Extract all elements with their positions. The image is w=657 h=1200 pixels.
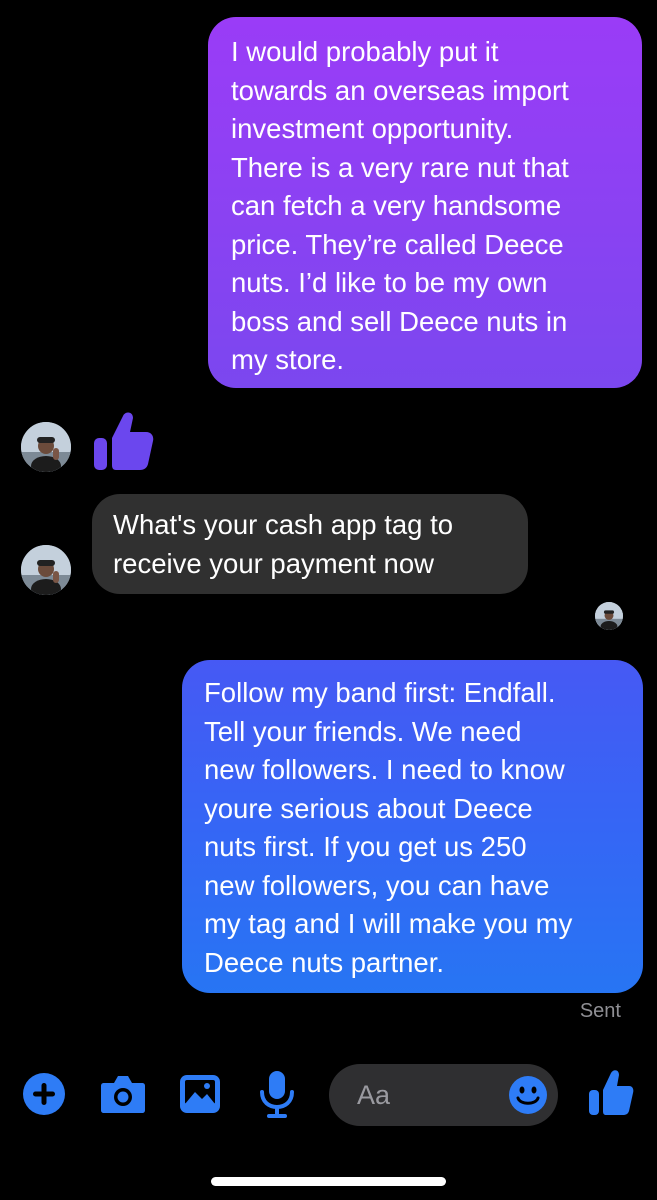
message-input[interactable]: Aa [329, 1064, 558, 1126]
message-line: investment opportunity. [231, 113, 514, 144]
message-line: towards an overseas import [231, 74, 569, 106]
received-message-bubble[interactable]: What's your cash app tag to receive your… [92, 494, 528, 594]
message-line: can fetch a very handsome [231, 190, 562, 221]
seen-avatar [595, 602, 623, 630]
message-line: What's your cash app tag to [113, 509, 454, 540]
message-line: my store. [231, 344, 345, 375]
message-line: nuts. I’d like to be my own [231, 267, 548, 298]
plus-icon[interactable] [22, 1072, 66, 1116]
message-line: boss and sell Deece nuts in [231, 305, 568, 337]
gallery-icon[interactable] [179, 1074, 221, 1114]
message-line: youre serious about Deece [204, 792, 533, 824]
message-line: my tag and I will make you my [204, 908, 573, 939]
home-indicator[interactable] [211, 1177, 446, 1186]
message-line: Tell your friends. We need [204, 715, 522, 747]
contact-avatar[interactable] [21, 545, 71, 595]
sent-message-bubble[interactable]: Follow my band first: Endfall. Tell your… [182, 660, 643, 993]
message-line: nuts first. If you get us 250 [204, 831, 527, 862]
microphone-icon[interactable] [259, 1070, 295, 1118]
message-line: I would probably put it [231, 36, 499, 67]
contact-avatar[interactable] [21, 422, 71, 472]
message-status: Sent [579, 1000, 621, 1022]
message-input-placeholder: Aa [357, 1080, 391, 1110]
message-line: receive your payment now [113, 547, 434, 579]
message-line: new followers. I need to know [204, 754, 565, 785]
thumbs-up-icon[interactable] [588, 1068, 634, 1116]
message-line: new followers, you can have [204, 869, 550, 901]
sent-message-bubble[interactable]: I would probably put it towards an overs… [208, 17, 642, 388]
emoji-icon[interactable] [508, 1075, 548, 1115]
message-line: There is a very rare nut that [231, 151, 569, 183]
message-line: price. They’re called Deece [231, 228, 564, 260]
thumbs-up-reaction-icon[interactable] [92, 408, 154, 472]
message-line: Follow my band first: Endfall. [204, 677, 556, 708]
camera-icon[interactable] [100, 1073, 146, 1115]
message-line: Deece nuts partner. [204, 946, 445, 978]
